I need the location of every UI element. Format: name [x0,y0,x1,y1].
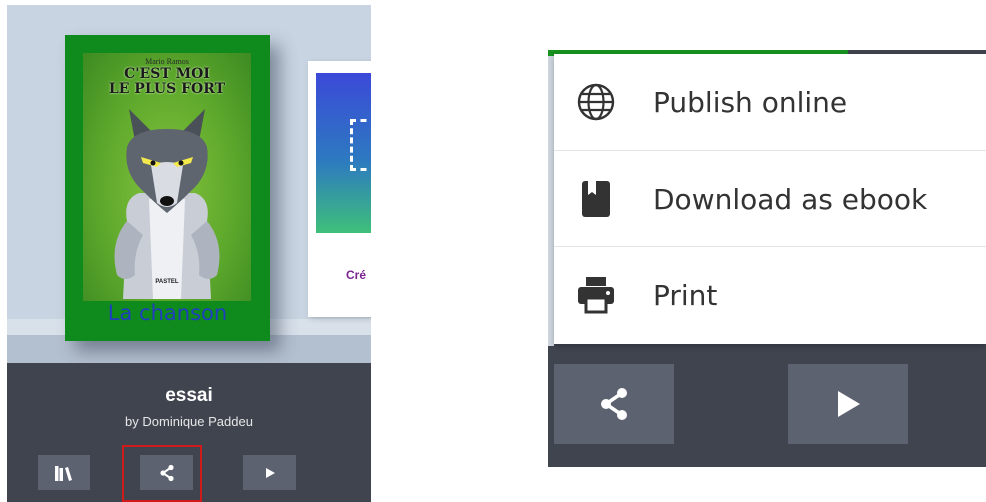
play-icon [838,391,860,417]
share-menu: Publish online Download as ebook Print [554,54,986,344]
cover-title-line1: C'EST MOI [124,66,210,82]
wolf-illustration [114,109,220,299]
cover-title-line2: LE PLUS FORT [108,81,226,97]
play-button[interactable] [243,455,296,490]
book-cover-image: Mario Ramos C'EST MOI LE PLUS FORT PASTE… [83,53,251,301]
library-button[interactable] [38,455,90,490]
book-card[interactable]: Mario Ramos C'EST MOI LE PLUS FORT PASTE… [65,35,270,341]
bookshelf-panel: Cré Mario Ramos C'EST MOI LE PLUS FORT P… [7,5,371,502]
menu-label-publish-online: Publish online [653,86,848,119]
book-label-secondary: Cré [346,268,367,282]
book-title: essai [165,385,213,406]
library-icon [55,465,72,481]
cover-title: C'EST MOI LE PLUS FORT [83,67,251,97]
share-menu-panel: Publish online Download as ebook Print [548,50,986,467]
globe-icon [577,83,615,121]
book-caption: La chanson [107,301,228,325]
printer-icon [578,277,614,314]
book-cover-secondary [316,73,371,233]
play-button-large[interactable] [788,364,908,444]
play-icon [265,467,275,478]
menu-item-print[interactable]: Print [554,246,986,343]
menu-item-publish-online[interactable]: Publish online [554,54,986,150]
share-highlight [122,445,202,502]
placeholder-frame [350,119,371,171]
cover-author: Mario Ramos [145,57,189,66]
share-icon [601,388,627,420]
menu-label-download-ebook: Download as ebook [653,183,928,216]
book-info-bar: essai by Dominique Paddeu [7,363,371,502]
cover-publisher: PASTEL [155,279,179,285]
book-icon [582,181,610,217]
book-card-secondary[interactable]: Cré [308,61,371,317]
book-author: by Dominique Paddeu [125,414,253,429]
menu-label-print: Print [653,279,718,312]
menu-item-download-ebook[interactable]: Download as ebook [554,150,986,247]
share-button-large[interactable] [554,364,674,444]
